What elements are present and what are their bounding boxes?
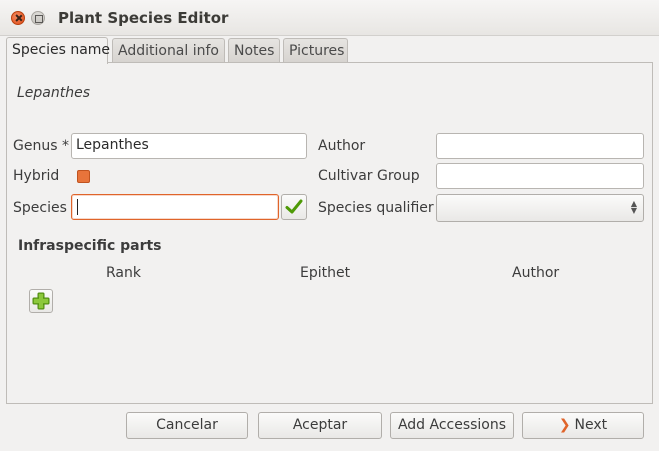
tab-pictures[interactable]: Pictures [283,38,348,63]
species-qualifier-label: Species qualifier [318,200,434,216]
column-header-author: Author [512,265,560,281]
next-button[interactable]: ❯ Next [522,412,644,439]
infraspecific-title: Infraspecific parts [18,238,162,254]
close-window-button[interactable] [11,11,25,25]
cultivar-group-label: Cultivar Group [318,168,420,184]
species-field[interactable] [71,194,279,220]
plus-icon [32,292,50,310]
window-title: Plant Species Editor [58,9,229,27]
species-validate-button[interactable] [281,194,307,220]
column-header-rank: Rank [106,265,141,281]
accept-button[interactable]: Aceptar [258,412,382,439]
maximize-window-button[interactable] [31,11,45,25]
species-name-page: Lepanthes Genus * Lepanthes Hybrid Speci… [6,62,653,404]
species-qualifier-combo[interactable]: ▲ ▼ [436,194,644,222]
species-label: Species [13,200,67,216]
add-infraspecific-button[interactable] [29,289,53,313]
species-preview: Lepanthes [17,85,91,101]
hybrid-checkbox[interactable] [77,170,90,183]
tab-additional-info[interactable]: Additional info [112,38,225,63]
text-caret [77,199,78,215]
author-label: Author [318,138,366,154]
author-field[interactable] [436,133,644,159]
chevron-right-icon: ❯ [558,417,571,433]
cancel-button[interactable]: Cancelar [126,412,248,439]
next-label: Next [574,417,608,433]
checkmark-icon [285,199,303,214]
window-titlebar: Plant Species Editor [0,0,659,36]
tab-species-name[interactable]: Species name [6,37,110,64]
column-header-epithet: Epithet [300,265,351,281]
updown-arrows-icon: ▲ ▼ [630,199,637,215]
cultivar-group-field[interactable] [436,163,644,189]
hybrid-label: Hybrid [13,168,60,184]
tab-notes[interactable]: Notes [228,38,280,63]
genus-label: Genus * [13,138,69,154]
add-accessions-button[interactable]: Add Accessions [390,412,514,439]
genus-field[interactable]: Lepanthes [71,133,307,159]
